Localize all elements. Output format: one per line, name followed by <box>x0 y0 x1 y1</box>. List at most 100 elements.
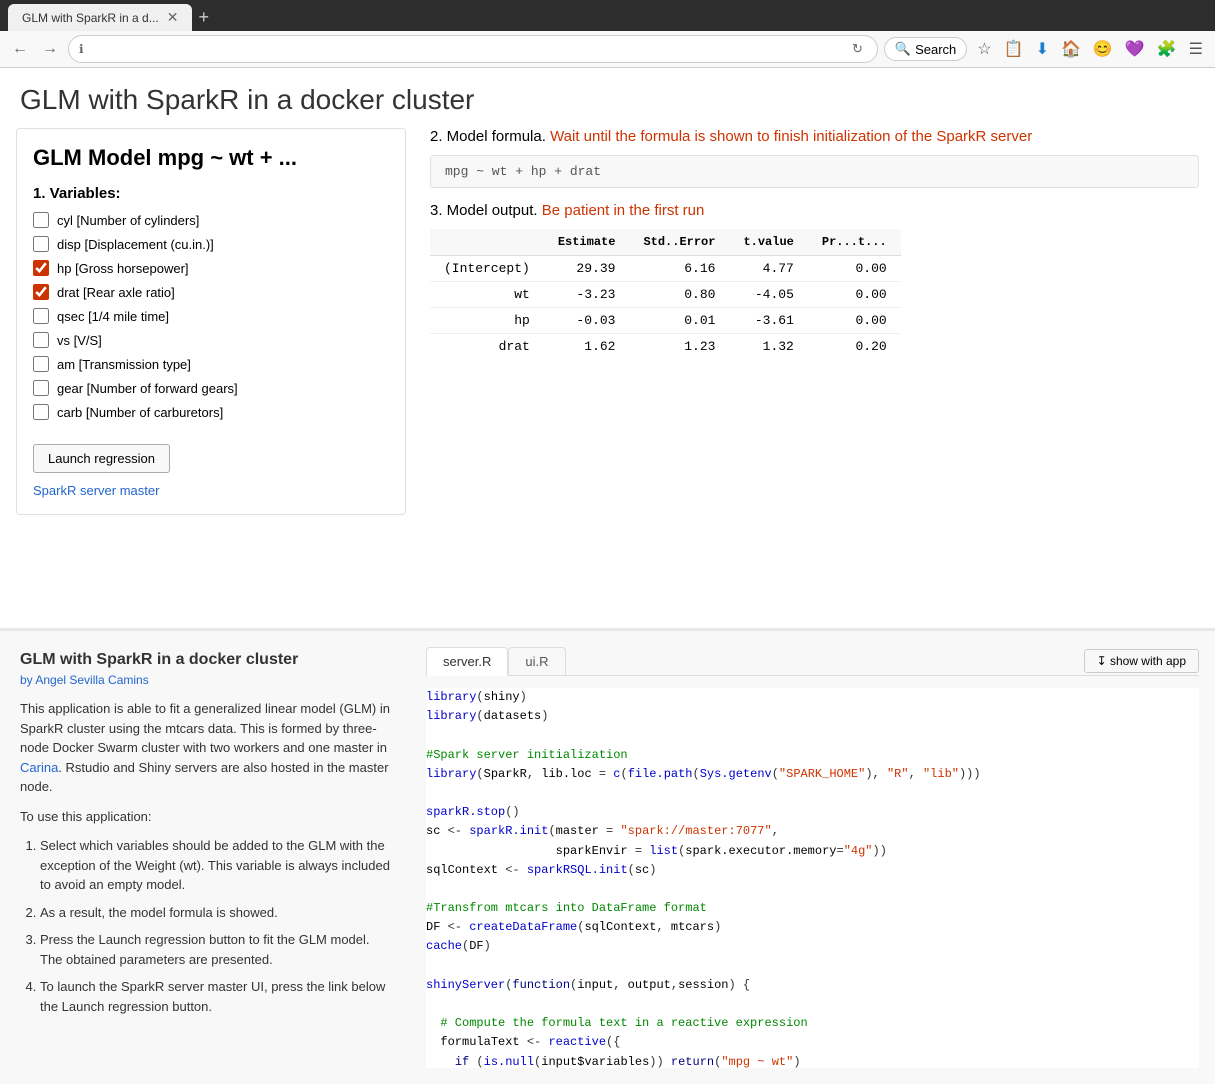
back-button[interactable]: ← <box>8 38 32 60</box>
checkbox-item-cyl[interactable]: cyl [Number of cylinders] <box>33 212 389 228</box>
checkbox-am[interactable] <box>33 356 49 372</box>
navigation-bar: ← → ℹ glmsparkrdocker.inbionova.com ↻ 🔍 … <box>0 31 1215 68</box>
search-bar[interactable]: 🔍 Search <box>884 37 967 61</box>
show-with-app-button[interactable]: ↧ show with app <box>1084 649 1199 673</box>
author-credit: by Angel Sevilla Camins <box>20 673 390 687</box>
checkbox-gear[interactable] <box>33 380 49 396</box>
table-row: drat1.621.231.320.20 <box>430 334 901 360</box>
bookmark-list-button[interactable]: 📋 <box>1000 37 1028 61</box>
bottom-title: GLM with SparkR in a docker cluster <box>20 651 390 669</box>
section3-heading: 3. Model output. Be patient in the first… <box>430 202 1199 219</box>
checkbox-drat[interactable] <box>33 284 49 300</box>
refresh-button[interactable]: ↻ <box>848 39 867 59</box>
new-tab-button[interactable]: + <box>192 5 215 30</box>
page-content: GLM with SparkR in a docker cluster GLM … <box>0 68 1215 628</box>
launch-regression-button[interactable]: Launch regression <box>33 444 170 473</box>
checkbox-item-qsec[interactable]: qsec [1/4 mile time] <box>33 308 389 324</box>
table-cell: 4.77 <box>729 256 807 282</box>
tab-close-button[interactable]: ✕ <box>167 9 179 26</box>
tab-title: GLM with SparkR in a d... <box>22 11 159 25</box>
table-cell: 1.32 <box>729 334 807 360</box>
bottom-right-panel: server.R ui.R ↧ show with app library(sh… <box>410 631 1215 1084</box>
checkbox-label-disp: disp [Displacement (cu.in.)] <box>57 237 214 252</box>
table-cell: 0.00 <box>808 308 901 334</box>
formula-display: mpg ~ wt + hp + drat <box>430 155 1199 188</box>
tab-server-r[interactable]: server.R <box>426 647 508 676</box>
step-4: To launch the SparkR server master UI, p… <box>40 977 390 1016</box>
checkbox-disp[interactable] <box>33 236 49 252</box>
checkbox-item-hp[interactable]: hp [Gross horsepower] <box>33 260 389 276</box>
search-placeholder: Search <box>915 42 956 57</box>
table-cell: 1.23 <box>629 334 729 360</box>
checkbox-cyl[interactable] <box>33 212 49 228</box>
table-cell: 0.80 <box>629 282 729 308</box>
table-header-tvalue: t.value <box>729 229 807 256</box>
table-cell: wt <box>430 282 544 308</box>
download-button[interactable]: ⬇ <box>1032 37 1053 61</box>
table-header-stderr: Std..Error <box>629 229 729 256</box>
home-button[interactable]: 🏠 <box>1057 37 1085 61</box>
checkbox-label-hp: hp [Gross horsepower] <box>57 261 189 276</box>
table-cell: 0.00 <box>808 282 901 308</box>
tab-bar: GLM with SparkR in a d... ✕ + <box>0 0 1215 31</box>
sync-button[interactable]: 😊 <box>1089 37 1117 61</box>
section3-prefix: 3. Model output. <box>430 202 538 219</box>
section3-warning: Be patient in the first run <box>542 202 705 219</box>
carina-link[interactable]: Carina <box>20 760 58 775</box>
app-description: This application is able to fit a genera… <box>20 699 390 797</box>
section2-prefix: 2. Model formula. <box>430 128 546 145</box>
table-header-estimate: Estimate <box>544 229 630 256</box>
checkbox-item-vs[interactable]: vs [V/S] <box>33 332 389 348</box>
page-title: GLM with SparkR in a docker cluster <box>0 68 1215 128</box>
browser-tab[interactable]: GLM with SparkR in a d... ✕ <box>8 4 192 31</box>
checkbox-hp[interactable] <box>33 260 49 276</box>
variables-list: cyl [Number of cylinders] disp [Displacem… <box>33 212 389 420</box>
checkbox-label-drat: drat [Rear axle ratio] <box>57 285 175 300</box>
checkbox-qsec[interactable] <box>33 308 49 324</box>
checkbox-label-vs: vs [V/S] <box>57 333 102 348</box>
checkbox-item-am[interactable]: am [Transmission type] <box>33 356 389 372</box>
pocket-button[interactable]: 💜 <box>1121 37 1149 61</box>
steps-list: Select which variables should be added t… <box>20 836 390 1016</box>
search-icon: 🔍 <box>895 41 911 57</box>
table-cell: 6.16 <box>629 256 729 282</box>
table-row: (Intercept)29.396.164.770.00 <box>430 256 901 282</box>
url-input[interactable]: glmsparkrdocker.inbionova.com <box>90 42 842 57</box>
checkbox-item-carb[interactable]: carb [Number of carburetors] <box>33 404 389 420</box>
checkbox-vs[interactable] <box>33 332 49 348</box>
results-table-body: (Intercept)29.396.164.770.00wt-3.230.80-… <box>430 256 901 360</box>
checkbox-label-qsec: qsec [1/4 mile time] <box>57 309 169 324</box>
code-display: library(shiny) library(datasets) #Spark … <box>426 688 1199 1068</box>
left-panel: GLM Model mpg ~ wt + ... 1. Variables: c… <box>16 128 406 515</box>
step-1: Select which variables should be added t… <box>40 836 390 895</box>
step-3: Press the Launch regression button to fi… <box>40 930 390 969</box>
table-header-prt: Pr...t... <box>808 229 901 256</box>
checkbox-label-gear: gear [Number of forward gears] <box>57 381 238 396</box>
forward-button[interactable]: → <box>38 38 62 60</box>
table-row: hp-0.030.01-3.610.00 <box>430 308 901 334</box>
table-cell: 0.01 <box>629 308 729 334</box>
table-row: wt-3.230.80-4.050.00 <box>430 282 901 308</box>
checkbox-label-cyl: cyl [Number of cylinders] <box>57 213 199 228</box>
bookmark-star-button[interactable]: ☆ <box>973 37 995 61</box>
table-cell: drat <box>430 334 544 360</box>
extension-button[interactable]: 🧩 <box>1153 37 1181 61</box>
right-panel: 2. Model formula. Wait until the formula… <box>406 128 1199 515</box>
checkbox-carb[interactable] <box>33 404 49 420</box>
section2-warning: Wait until the formula is shown to finis… <box>550 128 1032 145</box>
bottom-left-panel: GLM with SparkR in a docker cluster by A… <box>0 631 410 1084</box>
checkbox-item-gear[interactable]: gear [Number of forward gears] <box>33 380 389 396</box>
menu-button[interactable]: ☰ <box>1185 37 1207 61</box>
address-bar[interactable]: ℹ glmsparkrdocker.inbionova.com ↻ <box>68 35 878 63</box>
variables-heading: 1. Variables: <box>33 185 389 202</box>
lock-icon: ℹ <box>79 42 84 56</box>
model-title: GLM Model mpg ~ wt + ... <box>33 145 389 171</box>
table-cell: -3.23 <box>544 282 630 308</box>
checkbox-item-drat[interactable]: drat [Rear axle ratio] <box>33 284 389 300</box>
table-cell: (Intercept) <box>430 256 544 282</box>
checkbox-item-disp[interactable]: disp [Displacement (cu.in.)] <box>33 236 389 252</box>
table-cell: -0.03 <box>544 308 630 334</box>
tab-ui-r[interactable]: ui.R <box>508 647 565 675</box>
sparkr-server-link[interactable]: SparkR server master <box>33 483 389 498</box>
table-cell: -4.05 <box>729 282 807 308</box>
